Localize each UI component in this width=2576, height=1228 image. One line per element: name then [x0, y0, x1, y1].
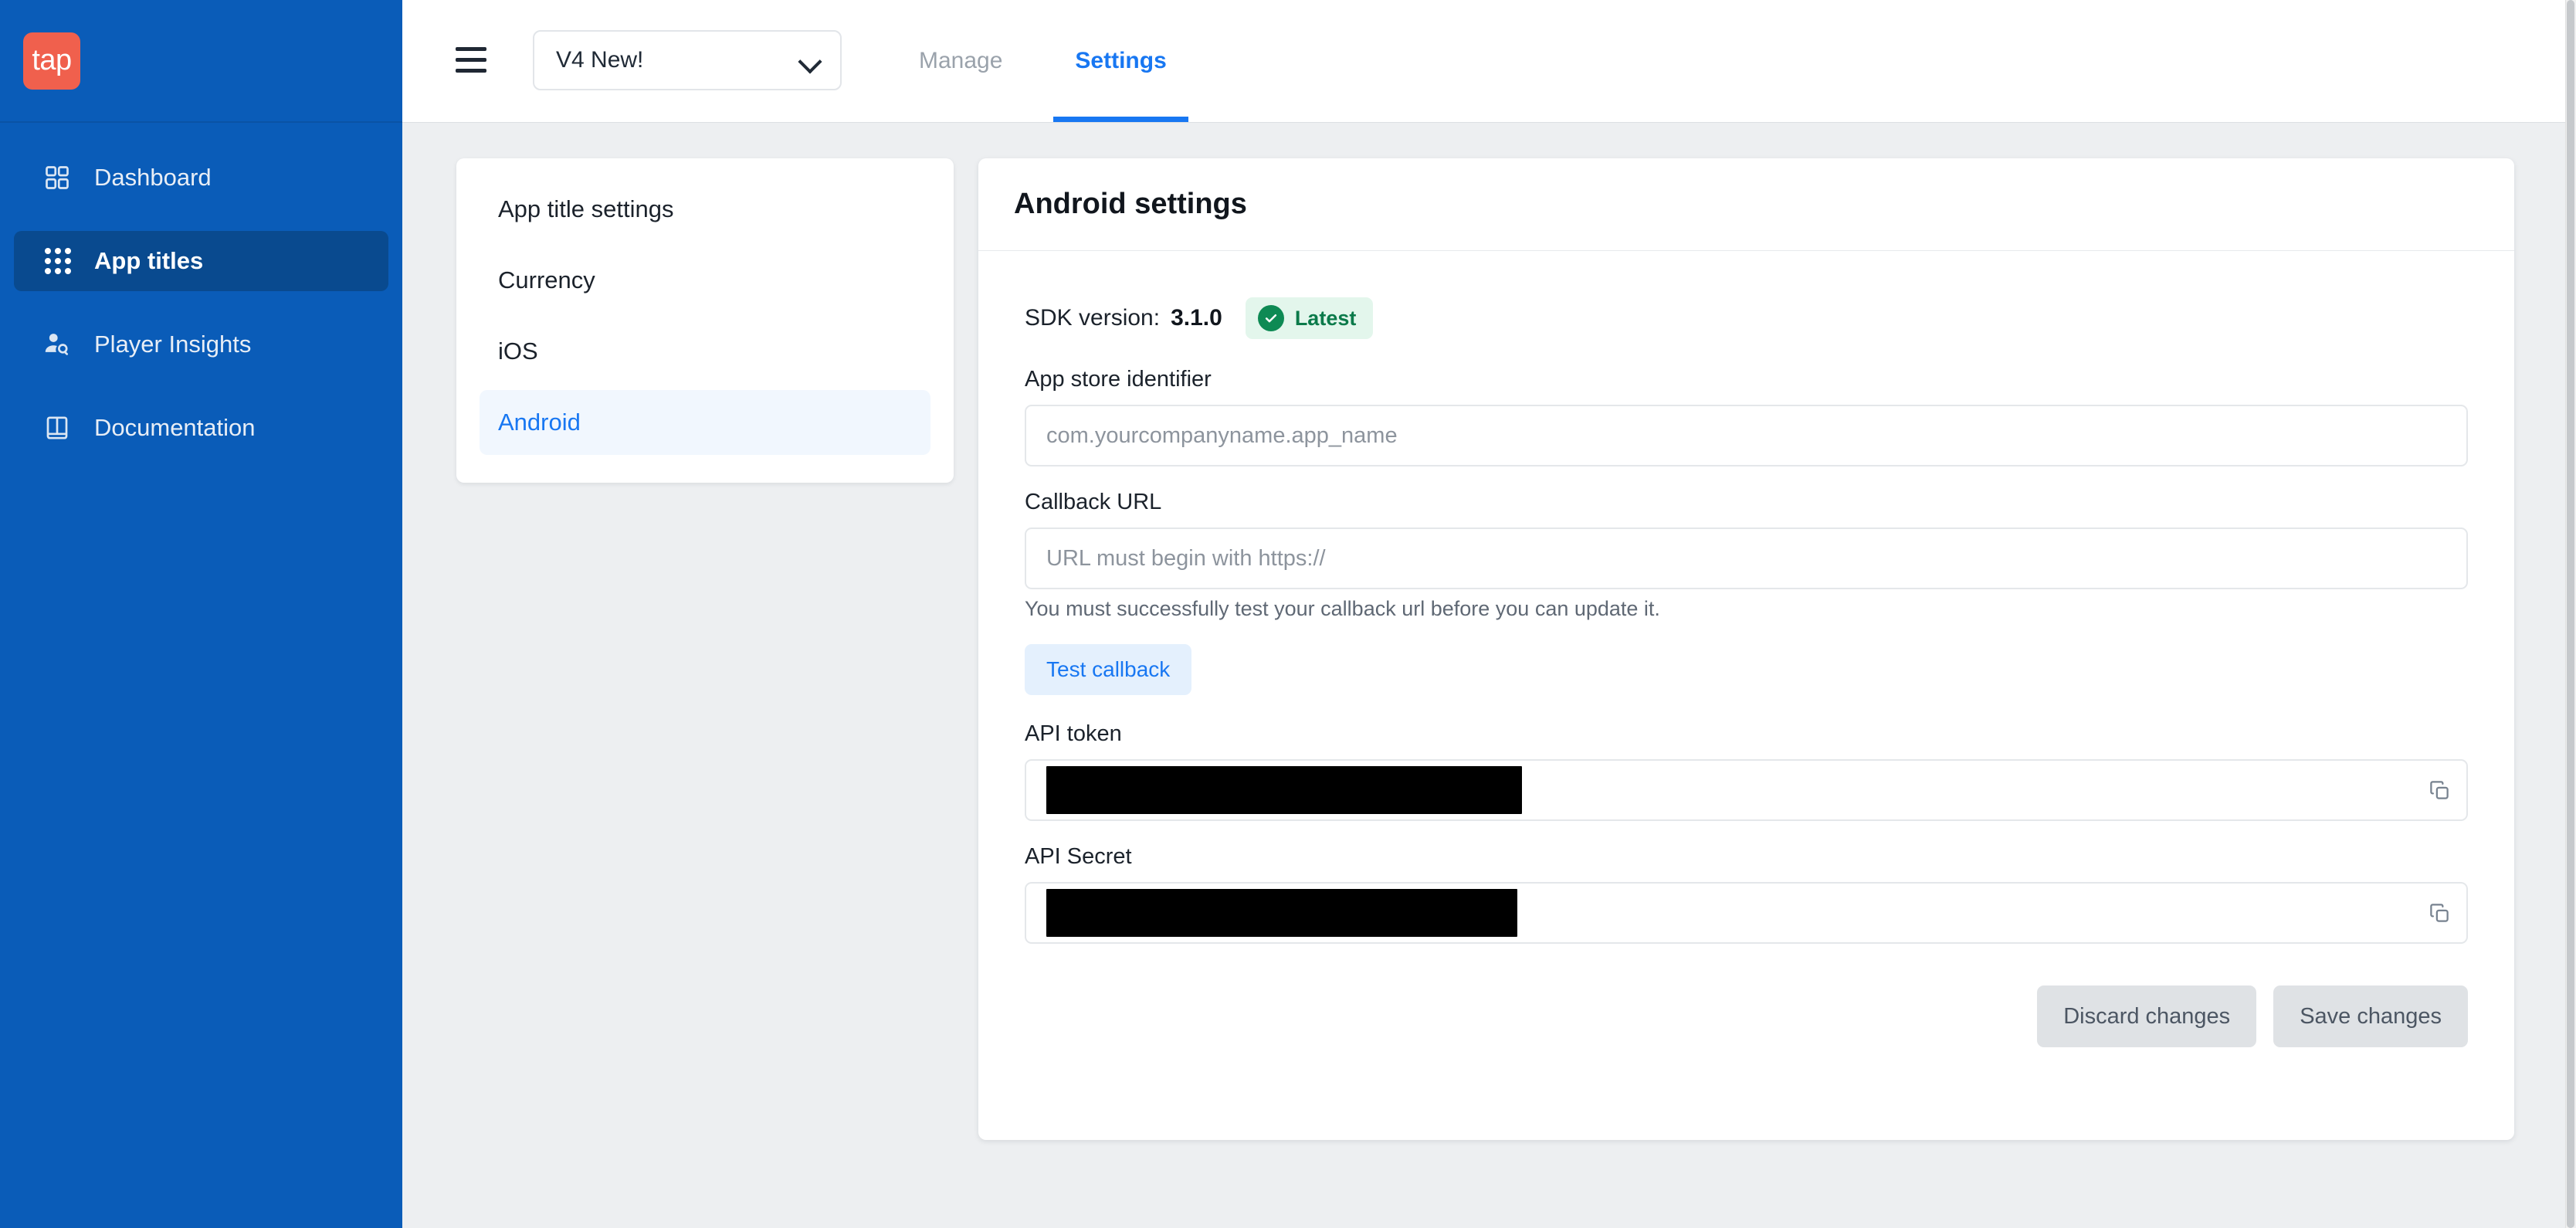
app-title-select[interactable]: V4 New!: [533, 29, 842, 90]
android-settings-card: Android settings SDK version: 3.1.0 Late…: [978, 158, 2514, 1140]
card-header: Android settings: [978, 158, 2514, 251]
settings-menu-item-ios[interactable]: iOS: [480, 319, 930, 384]
topbar-inner: V4 New! Manage Settings: [456, 0, 1189, 122]
callback-url-placeholder: URL must begin with https://: [1046, 545, 1326, 571]
sidebar-item-label: Player Insights: [94, 331, 252, 358]
content-area: App title settings Currency iOS Android …: [402, 123, 2576, 1228]
api-secret-field: API Secret: [1025, 844, 2468, 944]
main-pane: V4 New! Manage Settings App title settin…: [402, 0, 2576, 1228]
sidebar-item-dashboard[interactable]: Dashboard: [14, 148, 388, 208]
settings-menu-card: App title settings Currency iOS Android: [456, 158, 954, 483]
settings-menu-item-currency[interactable]: Currency: [480, 248, 930, 313]
sidebar-item-label: App titles: [94, 247, 204, 274]
discard-changes-button[interactable]: Discard changes: [2037, 985, 2257, 1047]
card-bottom-spacer: [978, 1047, 2514, 1140]
dot-grid-icon: [40, 244, 74, 278]
hamburger-icon[interactable]: [456, 42, 493, 79]
sdk-version-row: SDK version: 3.1.0 Latest: [1025, 297, 2468, 339]
status-badge: Latest: [1245, 297, 1374, 339]
settings-menu-item-android[interactable]: Android: [480, 390, 930, 455]
card-body: SDK version: 3.1.0 Latest App store iden…: [978, 251, 2514, 944]
topbar: V4 New! Manage Settings: [402, 0, 2576, 123]
sidebar-item-documentation[interactable]: Documentation: [14, 398, 388, 458]
api-secret-redacted-value: [1046, 889, 1517, 937]
api-token-input[interactable]: [1025, 759, 2468, 821]
test-callback-row: Test callback: [1025, 644, 2468, 695]
tab-manage[interactable]: Manage: [897, 0, 1024, 122]
copy-icon[interactable]: [2426, 900, 2452, 926]
brand-logo-text: tap: [32, 43, 72, 76]
api-token-label: API token: [1025, 721, 1122, 746]
person-search-icon: [40, 327, 74, 361]
save-changes-button[interactable]: Save changes: [2273, 985, 2468, 1047]
sidebar: tap Dashboard App titles Player Insights…: [0, 0, 402, 1228]
api-token-field: API token: [1025, 721, 2468, 821]
api-secret-input[interactable]: [1025, 882, 2468, 944]
copy-icon[interactable]: [2426, 777, 2452, 803]
app-title-select-value: V4 New!: [556, 46, 644, 73]
book-icon: [40, 411, 74, 445]
sidebar-nav: Dashboard App titles Player Insights Doc…: [0, 123, 402, 481]
callback-url-input[interactable]: URL must begin with https://: [1025, 527, 2468, 589]
api-secret-label: API Secret: [1025, 844, 1132, 869]
app-root: tap Dashboard App titles Player Insights…: [0, 0, 2576, 1228]
app-store-identifier-placeholder: com.yourcompanyname.app_name: [1046, 422, 1398, 448]
grid-squares-icon: [40, 161, 74, 195]
sidebar-item-label: Documentation: [94, 414, 256, 441]
page-title: Android settings: [1014, 188, 1247, 220]
sdk-version-label: SDK version:: [1025, 305, 1161, 331]
callback-url-label: Callback URL: [1025, 490, 1162, 514]
chevron-down-icon: [800, 50, 820, 70]
sidebar-item-label: Dashboard: [94, 164, 212, 191]
app-store-identifier-label: App store identifier: [1025, 367, 1212, 392]
status-badge-text: Latest: [1294, 306, 1357, 330]
sidebar-item-player-insights[interactable]: Player Insights: [14, 314, 388, 375]
callback-url-field: Callback URL URL must begin with https:/…: [1025, 490, 2468, 589]
sidebar-logo[interactable]: tap: [0, 0, 402, 123]
page-scrollbar[interactable]: [2565, 0, 2576, 1228]
app-store-identifier-input[interactable]: com.yourcompanyname.app_name: [1025, 405, 2468, 466]
page-scrollbar-thumb[interactable]: [2567, 0, 2574, 1228]
brand-logo-tile: tap: [23, 32, 80, 90]
api-token-redacted-value: [1046, 766, 1522, 814]
sidebar-item-app-titles[interactable]: App titles: [14, 231, 388, 291]
app-store-identifier-field: App store identifier com.yourcompanyname…: [1025, 367, 2468, 466]
check-circle-icon: [1257, 305, 1284, 331]
settings-menu-item-app-title-settings[interactable]: App title settings: [480, 177, 930, 242]
card-actions: Discard changes Save changes: [978, 944, 2514, 1047]
sdk-version-value: 3.1.0: [1171, 305, 1222, 331]
test-callback-button[interactable]: Test callback: [1025, 644, 1192, 695]
topbar-tabs: Manage Settings: [897, 0, 1189, 122]
tab-settings[interactable]: Settings: [1053, 0, 1189, 122]
callback-url-hint: You must successfully test your callback…: [1025, 597, 1660, 620]
